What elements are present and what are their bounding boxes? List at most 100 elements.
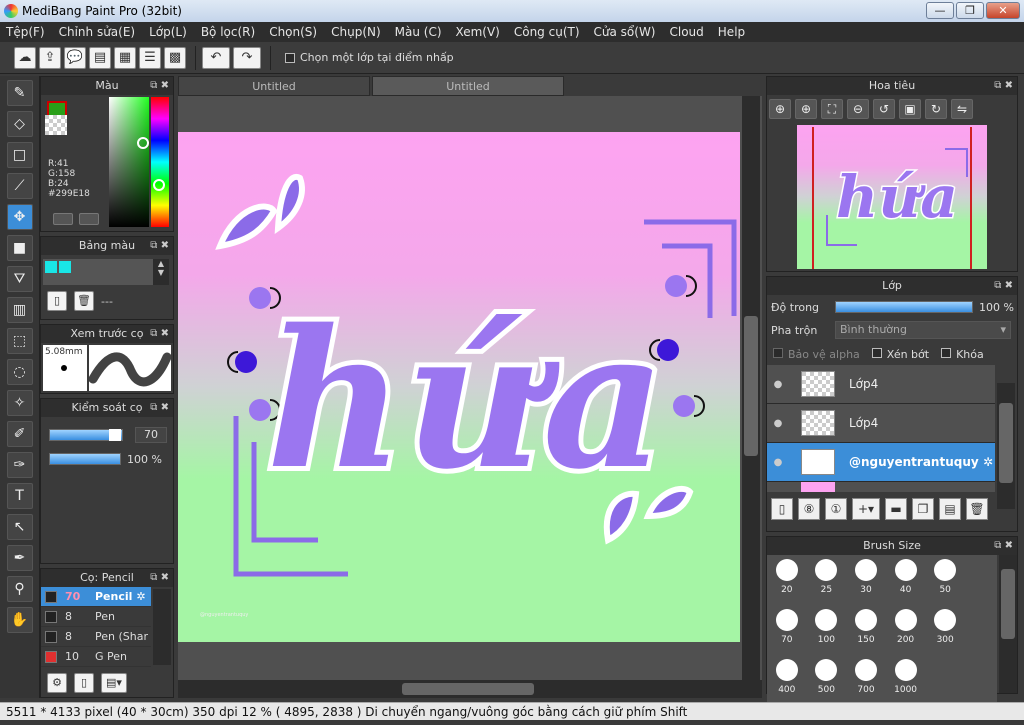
brush-size-option[interactable]: 200 (886, 607, 926, 655)
brush-size-option[interactable]: 50 (925, 557, 965, 605)
select-pen-icon[interactable]: ✐ (6, 421, 33, 447)
brush-size-option[interactable]: 100 (807, 607, 847, 655)
brush-item-pencil[interactable]: 70 Pencil ✲ (41, 587, 151, 607)
maximize-button[interactable]: ❐ (956, 2, 984, 19)
brush-settings-icon[interactable]: ⚙ (47, 673, 67, 693)
menu-help[interactable]: Help (718, 25, 745, 39)
brush-tool-icon[interactable]: ✎ (6, 80, 33, 106)
palette-swatch[interactable] (45, 261, 57, 273)
comment-icon[interactable]: 💬 (64, 46, 86, 69)
menu-view[interactable]: Xem(V) (456, 25, 500, 39)
add-brush-icon[interactable]: ▯ (74, 673, 94, 693)
color-options-button[interactable] (79, 213, 99, 225)
select-rect-icon[interactable]: ⬚ (6, 328, 33, 354)
lasso-icon[interactable]: ◌ (6, 359, 33, 385)
new-1bit-layer-icon[interactable]: ① (825, 498, 847, 520)
brush-size-option[interactable]: 300 (925, 607, 965, 655)
menu-window[interactable]: Cửa sổ(W) (594, 25, 656, 39)
undo-icon[interactable]: ↶ (202, 46, 230, 69)
brush-size-value[interactable]: 70 (135, 427, 167, 443)
visibility-icon[interactable]: ● (767, 379, 789, 390)
brush-size-option[interactable]: 150 (846, 607, 886, 655)
visibility-icon[interactable]: ● (767, 418, 789, 429)
blend-mode-select[interactable]: Bình thường ▾ (835, 321, 1011, 339)
tab-untitled-1[interactable]: Untitled (178, 76, 370, 96)
canvas-horizontal-scrollbar[interactable] (178, 680, 762, 698)
brush-size-option[interactable]: 30 (846, 557, 886, 605)
hand-tool-icon[interactable]: ✋ (6, 607, 33, 633)
divide-icon[interactable]: ✒ (6, 545, 33, 571)
brush-stroke-icon[interactable]: ⟋ (6, 173, 33, 199)
upload-icon[interactable]: ⇪ (39, 46, 61, 69)
brush-size-option[interactable]: 70 (767, 607, 807, 655)
layer-opacity-slider[interactable] (835, 301, 973, 313)
close-button[interactable]: ✕ (986, 2, 1020, 19)
eyedropper-icon[interactable]: ⚲ (6, 576, 33, 602)
brush-item-pen[interactable]: 8 Pen (41, 607, 151, 627)
brush-size-option[interactable]: 25 (807, 557, 847, 605)
canvas-area[interactable]: hứa @nguyentrantuquy (178, 96, 762, 682)
rotate-right-icon[interactable]: ↻ (925, 99, 947, 119)
clipping-checkbox[interactable]: Xén bớt (871, 347, 929, 361)
add-layer-menu-icon[interactable]: +▾ (852, 498, 880, 520)
grid-icon[interactable]: ▩ (164, 46, 186, 69)
operation-icon[interactable]: ↖ (6, 514, 33, 540)
new-palette-icon[interactable]: ▯ (47, 291, 67, 311)
duplicate-layer-icon[interactable]: ❐ (912, 498, 934, 520)
menu-layer[interactable]: Lớp(L) (149, 25, 187, 39)
magic-wand-icon[interactable]: ✧ (6, 390, 33, 416)
folder-icon[interactable]: ▬ (885, 498, 907, 520)
brush-size-option[interactable]: 500 (807, 657, 847, 705)
message-icon[interactable]: ▤ (89, 46, 111, 69)
menu-file[interactable]: Tệp(F) (6, 25, 45, 39)
select-eraser-icon[interactable]: ✑ (6, 452, 33, 478)
layer-row[interactable]: ● Lớp4 (767, 404, 995, 443)
delete-palette-icon[interactable]: 🗑 (74, 291, 94, 311)
layer-row-selected[interactable]: ● @nguyentrantuquy ✲ (767, 443, 995, 482)
brush-opacity-slider[interactable] (49, 453, 121, 465)
brush-size-option[interactable]: 20 (767, 557, 807, 605)
delete-layer-icon[interactable]: 🗑 (966, 498, 988, 520)
eraser-tool-icon[interactable]: ◇ (6, 111, 33, 137)
brush-size-option[interactable]: 40 (886, 557, 926, 605)
brush-item-g-pen[interactable]: 10 G Pen (41, 647, 151, 667)
visibility-icon[interactable]: ● (767, 457, 789, 468)
redo-icon[interactable]: ↷ (233, 46, 261, 69)
navigator-preview[interactable]: hứa (797, 125, 987, 269)
brush-item-pen-sharp[interactable]: 8Pen (Sharp) (41, 627, 151, 647)
brush-size-option[interactable]: 400 (767, 657, 807, 705)
canvas-vertical-scrollbar[interactable] (742, 96, 760, 682)
brush-size-option[interactable]: 1000 (886, 657, 926, 705)
flip-icon[interactable]: ⇋ (951, 99, 973, 119)
new-8bit-layer-icon[interactable]: ⑧ (798, 498, 820, 520)
zoom-out-icon[interactable]: ⊖ (847, 99, 869, 119)
palette-swatch[interactable] (59, 261, 71, 273)
menu-edit[interactable]: Chỉnh sửa(E) (59, 25, 136, 39)
fit-icon[interactable]: ⛶ (821, 99, 843, 119)
move-tool-icon[interactable]: ✥ (6, 204, 33, 230)
fill-rect-icon[interactable]: ■ (6, 235, 33, 261)
color-mode-button[interactable] (53, 213, 73, 225)
pick-layer-checkbox[interactable]: Chọn một lớp tại điểm nhấp (285, 51, 454, 64)
layer-row[interactable]: ● Lớp4 (767, 365, 995, 404)
rotate-left-icon[interactable]: ↺ (873, 99, 895, 119)
menu-cloud[interactable]: Cloud (670, 25, 704, 39)
tab-untitled-2[interactable]: Untitled (372, 76, 564, 96)
transparent-color[interactable] (45, 115, 67, 135)
brush-size-option[interactable]: 700 (846, 657, 886, 705)
merge-layer-icon[interactable]: ▤ (939, 498, 961, 520)
minimize-button[interactable]: — (926, 2, 954, 19)
reset-icon[interactable]: ▣ (899, 99, 921, 119)
new-layer-icon[interactable]: ▯ (771, 498, 793, 520)
zoom-in-2-icon[interactable]: ⊕ (795, 99, 817, 119)
menu-color[interactable]: Màu (C) (395, 25, 442, 39)
text-tool-icon[interactable]: T (6, 483, 33, 509)
shape-tool-icon[interactable]: □ (6, 142, 33, 168)
bucket-icon[interactable]: ⛛ (6, 266, 33, 292)
zoom-in-icon[interactable]: ⊕ (769, 99, 791, 119)
hue-slider[interactable] (151, 97, 169, 227)
lock-checkbox[interactable]: Khóa (941, 347, 984, 361)
saturation-value-picker[interactable] (109, 97, 149, 227)
cloud-icon[interactable]: ☁ (14, 46, 36, 69)
menu-snap[interactable]: Chụp(N) (331, 25, 381, 39)
